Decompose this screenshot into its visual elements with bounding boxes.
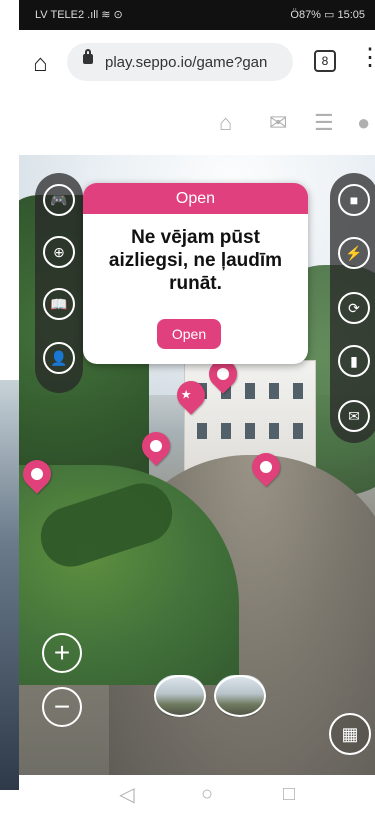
zoom-out-button[interactable]: −: [42, 687, 82, 727]
chart-icon[interactable]: ▮: [338, 345, 370, 377]
browser-menu-icon[interactable]: ⋮: [358, 43, 375, 72]
tabs-count-button[interactable]: 8: [314, 50, 336, 72]
chat-icon[interactable]: ✉: [269, 110, 293, 135]
browser-home-icon[interactable]: ⌂: [33, 50, 48, 78]
android-nav-bar: ◁ ○ □: [19, 775, 375, 813]
user-icon[interactable]: ●: [357, 110, 375, 135]
layers-icon[interactable]: ▦: [329, 713, 371, 755]
panorama-thumbnail-right[interactable]: [214, 675, 266, 717]
location-plus-icon[interactable]: ⊕: [43, 236, 75, 268]
message-icon[interactable]: ✉: [338, 400, 370, 432]
lightning-icon[interactable]: ⚡: [338, 237, 370, 269]
street-view-scene[interactable]: 🎮 ⊕ 📖 👤 ■ ⚡ ⟳ ▮ ✉ Open Ne vējam pūst aiz…: [19, 155, 375, 775]
home-nav-icon[interactable]: ○: [195, 782, 219, 806]
browser-toolbar: ⌂ play.seppo.io/game?gan 8 ⋮: [19, 30, 375, 97]
lock-icon: [83, 49, 93, 64]
status-right: Ö87% ▭ 15:05: [290, 9, 365, 21]
recent-apps-icon[interactable]: □: [277, 782, 301, 806]
game-toolbar: ⌂ ✉ ☰ ●: [19, 96, 375, 154]
right-control-panel: ■ ⚡ ⟳ ▮ ✉: [330, 173, 375, 443]
popup-title: Ne vējam pūst aizliegsi, ne ļaudīm runāt…: [108, 227, 283, 294]
panorama-thumbnail-left[interactable]: [154, 675, 206, 717]
profile-icon[interactable]: 👤: [43, 342, 75, 374]
status-left: LV TELE2 .ıll ≋ ⊙: [35, 9, 123, 21]
back-icon[interactable]: ◁: [115, 782, 139, 806]
home-icon[interactable]: ⌂: [219, 110, 243, 135]
gamepad-icon[interactable]: 🎮: [43, 184, 75, 216]
status-bar: LV TELE2 .ıll ≋ ⊙ Ö87% ▭ 15:05: [19, 0, 375, 30]
open-button[interactable]: Open: [157, 319, 221, 349]
address-text: play.seppo.io/game?gan: [105, 53, 268, 71]
background-edge: [0, 380, 19, 790]
task-popup: Open Ne vējam pūst aizliegsi, ne ļaudīm …: [83, 183, 308, 364]
refresh-pin-icon[interactable]: ⟳: [338, 292, 370, 324]
clipboard-icon[interactable]: ☰: [314, 110, 338, 135]
left-control-panel: 🎮 ⊕ 📖 👤: [35, 173, 83, 393]
popup-header: Open: [83, 183, 308, 214]
address-bar[interactable]: play.seppo.io/game?gan: [67, 43, 293, 81]
stop-icon[interactable]: ■: [338, 184, 370, 216]
zoom-in-button[interactable]: +: [42, 633, 82, 673]
book-icon[interactable]: 📖: [43, 288, 75, 320]
